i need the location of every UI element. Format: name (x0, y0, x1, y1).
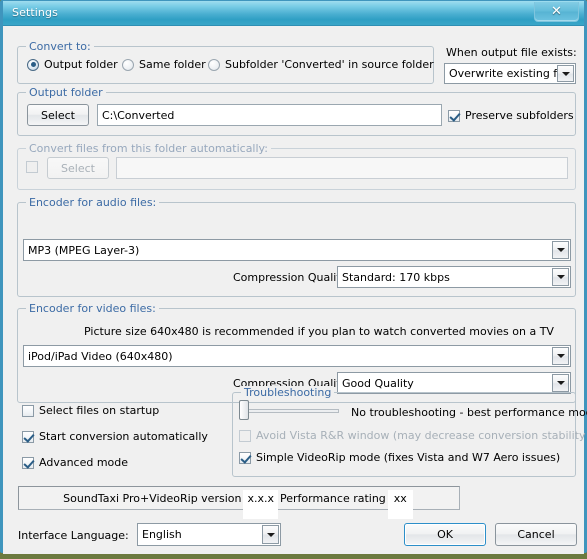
window-title: Settings (12, 6, 58, 19)
settings-window: Settings ✕ Convert to: Output folder Sam… (0, 0, 587, 554)
output-exists-combo[interactable]: Overwrite existing file (444, 63, 576, 84)
auto-convert-select-label: Select (61, 161, 95, 175)
simple-videorip-checkbox[interactable]: Simple VideoRip mode (fixes Vista and W7… (239, 451, 560, 464)
radio-subfolder-converted[interactable]: Subfolder 'Converted' in source folder (208, 58, 434, 71)
audio-quality-value: Standard: 170 kbps (342, 270, 450, 284)
checkbox-icon (22, 456, 34, 469)
auto-convert-enable-checkbox[interactable] (26, 161, 43, 173)
interface-language-combo[interactable]: English (137, 523, 281, 546)
troubleshooting-slider-caption: No troubleshooting - best performance mo… (351, 406, 587, 419)
preserve-subfolders-label: Preserve subfolders (465, 109, 574, 122)
cancel-button-label: Cancel (517, 528, 555, 541)
title-bar: Settings ✕ (3, 1, 584, 26)
slider-thumb[interactable] (239, 400, 249, 420)
audio-quality-combo[interactable]: Standard: 170 kbps (337, 266, 571, 288)
radio-subfolder-converted-label: Subfolder 'Converted' in source folder (225, 58, 434, 71)
simple-videorip-label: Simple VideoRip mode (fixes Vista and W7… (256, 451, 561, 464)
advanced-mode-label: Advanced mode (39, 456, 129, 469)
radio-output-folder[interactable]: Output folder (27, 58, 118, 71)
advanced-mode-checkbox[interactable]: Advanced mode (22, 456, 128, 469)
status-bar: SoundTaxi Pro+VideoRip version x.x.x Per… (18, 486, 460, 519)
close-icon: ✕ (551, 4, 562, 19)
chevron-down-icon[interactable] (262, 525, 279, 544)
video-quality-combo[interactable]: Good Quality (337, 372, 571, 394)
audio-encoder-group: Encoder for audio files: MP3 (MPEG Layer… (17, 196, 576, 297)
chevron-down-icon[interactable] (557, 65, 574, 82)
cancel-button[interactable]: Cancel (495, 523, 577, 546)
audio-encoder-value: MP3 (MPEG Layer-3) (28, 243, 140, 257)
status-rating-label: Performance rating (280, 491, 386, 505)
troubleshooting-slider[interactable] (239, 400, 339, 420)
checkbox-icon (239, 451, 251, 464)
video-quality-value: Good Quality (342, 376, 414, 390)
checkbox-icon (448, 109, 460, 122)
interface-language-label: Interface Language: (18, 529, 129, 542)
status-rating-placeholder: xx (387, 489, 413, 519)
output-folder-group: Output folder Select C:\Converted Preser… (17, 86, 576, 136)
chevron-down-icon[interactable] (552, 241, 569, 259)
checkbox-icon (22, 430, 34, 443)
checkbox-icon (26, 161, 38, 173)
output-exists-label: When output file exists: (446, 46, 577, 59)
audio-encoder-combo[interactable]: MP3 (MPEG Layer-3) (23, 239, 571, 261)
chevron-down-icon[interactable] (552, 268, 569, 286)
ok-button-label: OK (437, 528, 453, 541)
output-folder-path-input[interactable]: C:\Converted (97, 104, 442, 126)
start-conversion-automatically-checkbox[interactable]: Start conversion automatically (22, 430, 208, 443)
video-encoder-value: iPod/iPad Video (640x480) (28, 349, 173, 363)
interface-language-value: English (142, 528, 182, 541)
convert-to-group: Convert to: Output folder Same folder Su… (17, 40, 434, 84)
video-encoder-hint: Picture size 640x480 is recommended if y… (84, 325, 554, 338)
radio-dot-icon (27, 58, 39, 71)
troubleshooting-group: Troubleshooting No troubleshooting - bes… (232, 386, 587, 477)
output-folder-legend: Output folder (26, 86, 106, 99)
auto-convert-legend: Convert files from this folder automatic… (26, 142, 271, 155)
select-files-on-startup-checkbox[interactable]: Select files on startup (22, 404, 159, 417)
ok-button[interactable]: OK (404, 523, 486, 546)
audio-encoder-legend: Encoder for audio files: (26, 196, 160, 209)
audio-quality-label: Compression Quality (233, 271, 348, 284)
avoid-vista-rr-checkbox: Avoid Vista R&R window (may decrease con… (239, 429, 587, 442)
video-encoder-legend: Encoder for video files: (26, 302, 159, 315)
output-folder-path-value: C:\Converted (102, 108, 175, 122)
close-button[interactable]: ✕ (534, 2, 579, 22)
settings-client-area: Convert to: Output folder Same folder Su… (3, 26, 587, 554)
radio-same-folder[interactable]: Same folder (122, 58, 206, 71)
status-version-placeholder: x.x.x (243, 489, 278, 519)
radio-same-folder-label: Same folder (139, 58, 206, 71)
output-folder-select-button[interactable]: Select (27, 104, 89, 126)
slider-track (243, 409, 339, 413)
radio-output-folder-label: Output folder (44, 58, 118, 71)
checkbox-icon (239, 429, 251, 442)
radio-dot-icon (208, 58, 220, 71)
status-product-label: SoundTaxi Pro+VideoRip version (63, 491, 242, 505)
convert-to-legend: Convert to: (26, 40, 94, 53)
troubleshooting-legend: Troubleshooting (241, 386, 335, 399)
start-conversion-automatically-label: Start conversion automatically (39, 430, 208, 443)
auto-convert-group: Convert files from this folder automatic… (17, 142, 576, 190)
preserve-subfolders-checkbox[interactable]: Preserve subfolders (448, 109, 574, 122)
avoid-vista-rr-label: Avoid Vista R&R window (may decrease con… (256, 429, 587, 442)
auto-convert-select-button: Select (47, 157, 109, 179)
auto-convert-path-input (116, 157, 568, 179)
output-folder-select-label: Select (41, 108, 75, 122)
output-exists-value: Overwrite existing file (449, 67, 557, 80)
select-files-on-startup-label: Select files on startup (39, 404, 160, 417)
radio-dot-icon (122, 58, 134, 71)
checkbox-icon (22, 404, 34, 417)
video-encoder-combo[interactable]: iPod/iPad Video (640x480) (23, 345, 571, 367)
chevron-down-icon[interactable] (552, 347, 569, 365)
chevron-down-icon[interactable] (552, 374, 569, 392)
